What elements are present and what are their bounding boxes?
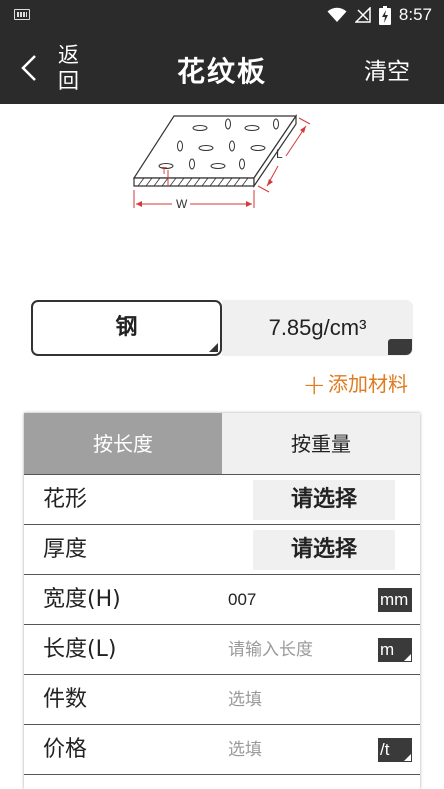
back-button[interactable]: 返回 [14, 40, 94, 96]
clear-button[interactable]: 清空 [364, 52, 410, 86]
width-label: 宽度(H) [43, 587, 121, 612]
count-input[interactable] [228, 685, 368, 715]
material-density: 7.85g/cm³ [268, 315, 367, 340]
keyboard-icon [14, 9, 30, 20]
clock: 8:57 [398, 5, 432, 24]
length-unit-select[interactable]: m [378, 638, 412, 662]
app-bar: 返回 花纹板 清空 [0, 30, 444, 104]
back-label: 返回 [58, 43, 79, 93]
plus-icon: + [302, 368, 326, 401]
count-row: 件数 [24, 675, 420, 725]
wifi-icon [327, 7, 347, 22]
length-unit: m [380, 640, 395, 659]
price-unit: /t [380, 740, 390, 759]
status-icons: 8:57 [327, 4, 432, 26]
checkered-plate-diagram: T W L [132, 114, 311, 211]
dropdown-corner-icon [209, 343, 218, 352]
width-input[interactable] [228, 585, 368, 615]
status-bar: 8:57 [0, 0, 444, 30]
width-unit: mm [380, 590, 409, 609]
count-label: 件数 [43, 687, 88, 712]
chevron-left-icon [21, 55, 36, 81]
edit-icon [388, 339, 412, 373]
width-row: 宽度(H) mm [24, 575, 420, 625]
signal-icon [354, 7, 371, 23]
add-material-button[interactable]: + 添加材料 [303, 368, 408, 401]
thickness-label: 厚度 [43, 537, 88, 562]
dropdown-corner-icon [404, 754, 411, 761]
width-unit-select[interactable]: mm [378, 588, 413, 612]
length-label: 长度(L) [43, 637, 117, 662]
dim-label-t: T [161, 166, 167, 177]
price-input[interactable] [228, 735, 368, 765]
add-material-label: 添加材料 [328, 372, 408, 396]
length-row: 长度(L) m [24, 625, 420, 675]
pattern-select[interactable]: 请选择 [253, 480, 395, 520]
length-input[interactable] [228, 635, 368, 665]
pattern-label: 花形 [43, 487, 88, 512]
price-label: 价格 [43, 737, 88, 762]
thickness-select[interactable]: 请选择 [253, 530, 395, 570]
pattern-row: 花形 请选择 [24, 475, 420, 525]
calculator-card: 按长度 按重量 花形 请选择 厚度 请选择 宽度(H) mm 长度(L) m 件… [24, 413, 420, 789]
thickness-row: 厚度 请选择 [24, 525, 420, 575]
dim-label-w: W [176, 197, 188, 211]
calc-mode-tabs: 按长度 按重量 [24, 413, 420, 475]
material-selector: 钢 7.85g/cm³ [31, 300, 413, 373]
battery-charging-icon [378, 5, 391, 25]
dropdown-corner-icon [404, 654, 411, 661]
price-row: 价格 /t [24, 725, 420, 775]
price-unit-select[interactable]: /t [378, 738, 412, 762]
tab-by-weight[interactable]: 按重量 [222, 413, 420, 474]
tab-by-length[interactable]: 按长度 [24, 413, 222, 474]
material-density-button[interactable]: 7.85g/cm³ [222, 300, 413, 373]
material-name: 钢 [115, 315, 138, 340]
dim-label-l: L [276, 147, 283, 161]
material-name-button[interactable]: 钢 [31, 300, 222, 356]
